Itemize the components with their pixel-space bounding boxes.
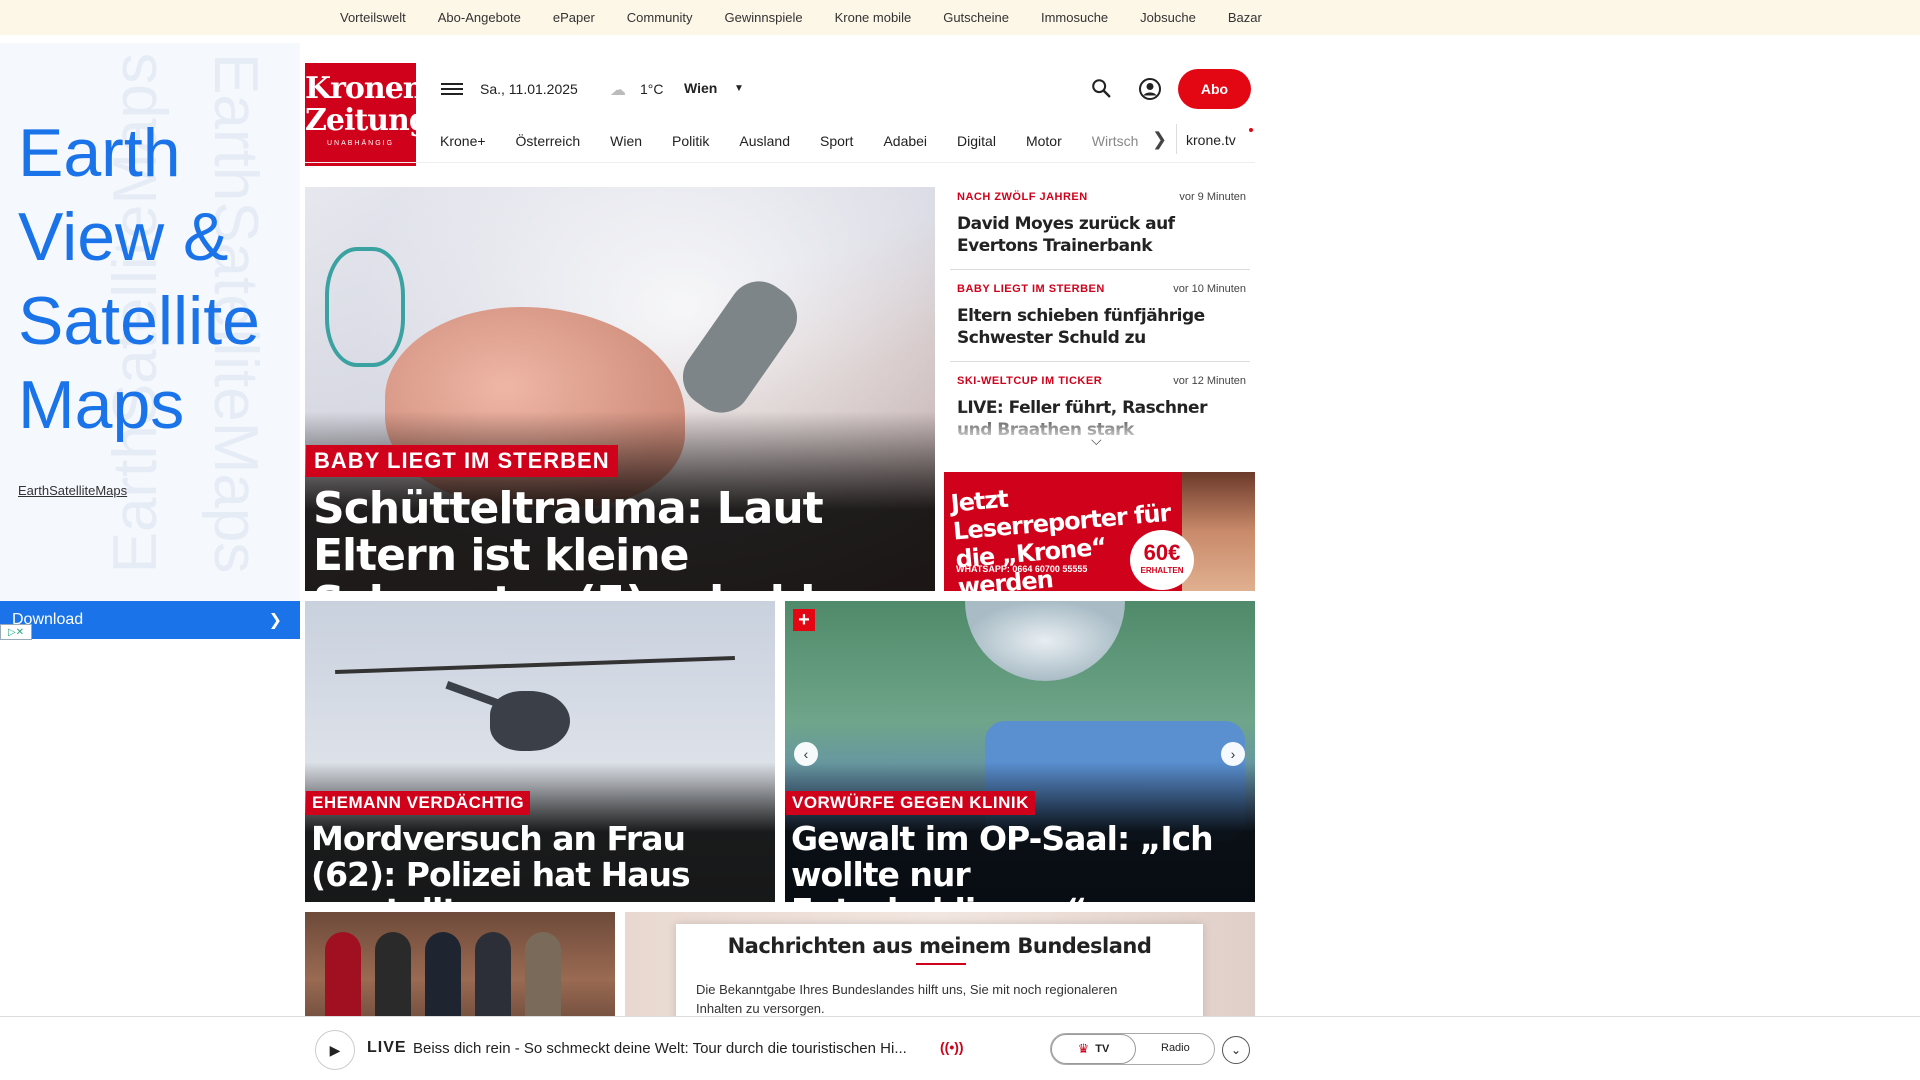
cloud-icon: ☁: [610, 82, 626, 99]
ticker-separator: [950, 361, 1250, 362]
logo-line2: Zeitung: [305, 103, 430, 138]
ticker-separator: [950, 269, 1250, 270]
region-underline: [916, 963, 966, 965]
logo-line1: Kronen: [305, 71, 425, 106]
card-image-lamp: [965, 601, 1125, 681]
hero-image-band: [325, 247, 405, 367]
topbar-link[interactable]: Gutscheine: [943, 10, 1009, 25]
ticker-title[interactable]: Eltern schieben fünfjährige Schwester Sc…: [957, 305, 1247, 349]
topbar-link[interactable]: Bazar: [1228, 10, 1262, 25]
promo-badge-amount: 60€: [1143, 540, 1181, 565]
card-title[interactable]: Gewalt im OP-Saal: „Ich wollte nur Entsc…: [791, 821, 1251, 903]
hero-article[interactable]: BABY LIEGT IM STERBEN Schütteltrauma: La…: [305, 187, 935, 591]
city-selector[interactable]: Wien: [684, 80, 717, 96]
ticker-time: vor 9 Minuten: [1179, 191, 1246, 203]
topbar-link[interactable]: Community: [627, 10, 693, 25]
nav-item[interactable]: Sport: [820, 133, 853, 149]
chevron-down-icon[interactable]: ⌵: [1091, 432, 1102, 449]
live-dot-icon: [1249, 128, 1253, 132]
article-card[interactable]: EHEMANN VERDÄCHTIG Mordversuch an Frau (…: [305, 601, 775, 902]
carousel-prev-icon[interactable]: ‹: [794, 742, 818, 766]
topbar-link[interactable]: Vorteilswelt: [340, 10, 406, 25]
search-icon[interactable]: [1090, 76, 1112, 100]
card-kicker: EHEMANN VERDÄCHTIG: [306, 791, 531, 815]
promo-badge: 60€ ERHALTEN: [1130, 530, 1194, 590]
left-advertisement[interactable]: EarthSatelliteMaps EarthSatelliteMaps Ea…: [0, 43, 300, 603]
abo-button[interactable]: Abo: [1178, 69, 1251, 109]
account-icon[interactable]: [1138, 77, 1162, 101]
ad-download-button[interactable]: Download ❯: [0, 601, 300, 639]
ticker-kicker: BABY LIEGT IM STERBEN: [957, 283, 1105, 295]
hero-title[interactable]: Schütteltrauma: Laut Eltern ist kleine S…: [313, 485, 923, 591]
chevron-down-icon[interactable]: ⌄: [1222, 1036, 1250, 1064]
topbar-link[interactable]: Krone mobile: [835, 10, 912, 25]
card-image-rotor: [335, 656, 735, 674]
promo-whatsapp: WHATSAPP: 0664 60700 55555: [956, 564, 1088, 574]
tv-radio-toggle[interactable]: ♛ TV Radio: [1050, 1033, 1215, 1065]
nav-item-krone-tv[interactable]: krone.tv: [1186, 132, 1236, 148]
card-kicker: VORWÜRFE GEGEN KLINIK: [786, 791, 1035, 815]
radio-mode-button[interactable]: Radio: [1161, 1042, 1190, 1054]
topbar-link[interactable]: Jobsuche: [1140, 10, 1196, 25]
nav-item[interactable]: Motor: [1026, 133, 1062, 149]
nav-item[interactable]: Krone+: [440, 133, 486, 149]
live-title[interactable]: Beiss dich rein - So schmeckt deine Welt…: [413, 1040, 933, 1057]
ticker-title[interactable]: David Moyes zurück auf Evertons Trainerb…: [957, 213, 1247, 257]
nav-item[interactable]: Digital: [957, 133, 996, 149]
main-navigation: Krone+ Österreich Wien Politik Ausland Sport A…: [440, 126, 1154, 156]
topbar-link[interactable]: Immosuche: [1041, 10, 1108, 25]
live-label: LIVE: [367, 1039, 407, 1056]
top-service-links: Vorteilswelt Abo-Angebote ePaper Community G…: [340, 0, 1294, 35]
nav-scroll-right-icon[interactable]: ❯: [1152, 129, 1167, 150]
broadcast-icon: ((•)): [940, 1039, 964, 1055]
header-temperature: 1°C: [640, 81, 664, 97]
ticker-item[interactable]: BABY LIEGT IM STERBEN vor 10 Minuten Elt…: [950, 279, 1250, 359]
leserreporter-banner[interactable]: Jetzt Leserreporter für die „Krone“ werd…: [944, 472, 1255, 591]
hero-kicker: BABY LIEGT IM STERBEN: [306, 445, 618, 477]
topbar-link[interactable]: ePaper: [553, 10, 595, 25]
crown-icon: ♛: [1077, 1041, 1090, 1056]
nav-item[interactable]: Ausland: [739, 133, 790, 149]
ticker-kicker: NACH ZWÖLF JAHREN: [957, 191, 1088, 203]
header-date: Sa., 11.01.2025: [480, 81, 578, 97]
live-player-bar: ▶ LIVE Beiss dich rein - So schmeckt dei…: [305, 1016, 1255, 1080]
logo-tagline: UNABHÄNGIG: [326, 140, 395, 147]
chevron-right-icon: ❯: [268, 612, 282, 629]
card-image-helicopter: [490, 691, 570, 751]
nav-item[interactable]: Österreich: [516, 133, 581, 149]
nav-item[interactable]: Adabei: [883, 133, 927, 149]
ticker-time: vor 10 Minuten: [1173, 283, 1246, 295]
kronen-zeitung-logo[interactable]: Kronen Zeitung UNABHÄNGIG: [305, 63, 430, 166]
card-title[interactable]: Mordversuch an Frau (62): Polizei hat Ha…: [311, 821, 771, 903]
ad-brand-link[interactable]: EarthSatelliteMaps: [18, 483, 127, 498]
tv-mode-label: TV: [1095, 1043, 1110, 1055]
ad-headline[interactable]: Earth View & Satellite Maps: [18, 111, 288, 447]
adchoices-icon[interactable]: ▷✕: [0, 624, 32, 640]
ticker-time: vor 12 Minuten: [1173, 375, 1246, 387]
nav-item[interactable]: Wirtsch: [1092, 133, 1154, 149]
article-card[interactable]: + ‹ › VORWÜRFE GEGEN KLINIK Gewalt im OP…: [785, 601, 1255, 902]
promo-badge-label: ERHALTEN: [1140, 566, 1184, 575]
nav-item[interactable]: Wien: [610, 133, 642, 149]
ticker-kicker: SKI-WELTCUP IM TICKER: [957, 375, 1103, 387]
region-title: Nachrichten aus meinem Bundesland: [727, 934, 1152, 958]
top-service-bar: Vorteilswelt Abo-Angebote ePaper Community G…: [0, 0, 1920, 35]
play-button[interactable]: ▶: [315, 1030, 355, 1070]
tv-mode-button[interactable]: ♛ TV: [1051, 1034, 1136, 1064]
menu-icon[interactable]: [441, 80, 463, 98]
nav-item[interactable]: Politik: [672, 133, 709, 149]
nav-divider: [1176, 124, 1177, 154]
region-text: Die Bekanntgabe Ihres Bundeslandes hilft…: [696, 982, 1118, 1016]
carousel-next-icon[interactable]: ›: [1221, 742, 1245, 766]
topbar-link[interactable]: Gewinnspiele: [725, 10, 803, 25]
nav-divider-line: [305, 162, 1255, 163]
topbar-link[interactable]: Abo-Angebote: [438, 10, 521, 25]
krone-plus-badge: +: [793, 609, 815, 631]
ticker-item[interactable]: NACH ZWÖLF JAHREN vor 9 Minuten David Mo…: [950, 187, 1250, 267]
caret-down-icon[interactable]: ▼: [734, 83, 744, 94]
